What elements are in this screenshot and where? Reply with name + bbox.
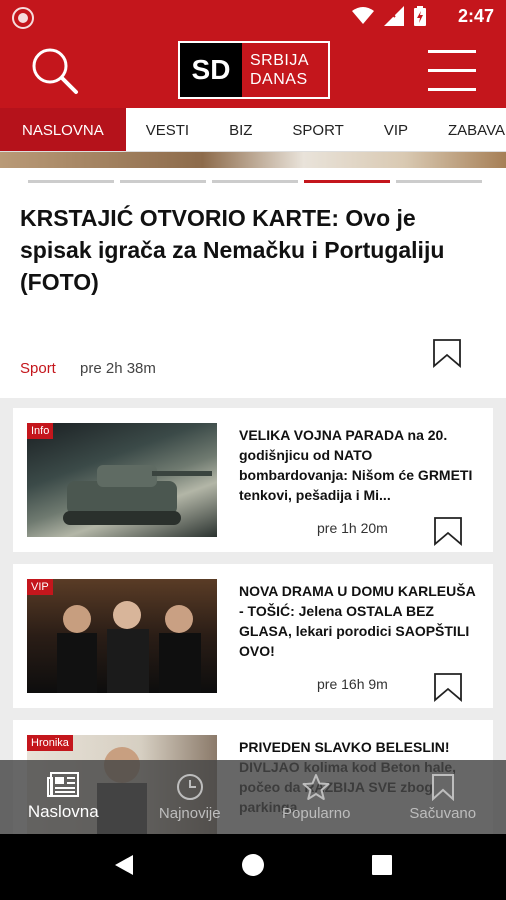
- recents-button[interactable]: [371, 854, 393, 881]
- category-badge: Info: [27, 423, 54, 439]
- home-icon: [242, 853, 264, 876]
- carousel-dot: [396, 180, 482, 183]
- logo-abbr: SD: [180, 43, 242, 97]
- nav-najnovije[interactable]: Najnovije: [127, 760, 254, 834]
- article-title[interactable]: NOVA DRAMA U DOMU KARLEUŠA - TOŠIĆ: Jele…: [239, 581, 479, 661]
- tab-naslovna[interactable]: NASLOVNA: [0, 108, 126, 151]
- nav-naslovna[interactable]: Naslovna: [0, 760, 127, 834]
- tank-image: [63, 465, 212, 525]
- bookmark-icon[interactable]: [433, 516, 463, 546]
- nav-sacuvano[interactable]: Sačuvano: [380, 760, 506, 834]
- article-card[interactable]: VIP NOVA DRAMA U DOMU KARLEUŠA - TOŠIĆ: …: [13, 564, 493, 708]
- hero-article[interactable]: KRSTAJIĆ OTVORIO KARTE: Ovo je spisak ig…: [0, 152, 506, 398]
- article-thumbnail: Info: [27, 423, 217, 537]
- star-icon: [302, 773, 330, 800]
- signal-icon: [384, 6, 404, 26]
- home-button[interactable]: [241, 853, 265, 882]
- bookmark-icon[interactable]: [432, 338, 462, 368]
- clock-icon: [176, 773, 203, 800]
- menu-button[interactable]: [428, 48, 476, 94]
- category-badge: VIP: [27, 579, 53, 595]
- carousel-dot: [212, 180, 298, 183]
- nav-label: Naslovna: [27, 802, 99, 821]
- tab-biz[interactable]: BIZ: [209, 108, 272, 151]
- recents-icon: [372, 854, 392, 875]
- tab-vesti[interactable]: VESTI: [126, 108, 209, 151]
- bookmark-icon[interactable]: [433, 672, 463, 702]
- status-bar: 2:47: [0, 0, 506, 34]
- search-icon: [32, 48, 78, 94]
- bottom-navigation: Naslovna Najnovije Popularno Sačuvano: [0, 760, 506, 834]
- category-badge: Hronika: [27, 735, 73, 751]
- battery-icon: [414, 6, 426, 26]
- menu-bar: [428, 88, 476, 91]
- screen-record-icon: [12, 7, 34, 29]
- category-tabs: NASLOVNA VESTI BIZ SPORT VIP ZABAVA: [0, 108, 506, 152]
- nav-label: Popularno: [282, 804, 351, 822]
- logo-line2: DANAS: [250, 71, 308, 88]
- status-time: 2:47: [457, 6, 494, 26]
- carousel-dot-active: [304, 180, 390, 183]
- tab-zabava[interactable]: ZABAVA: [428, 108, 506, 151]
- wifi-icon: [352, 7, 374, 24]
- tab-sport[interactable]: SPORT: [272, 108, 363, 151]
- article-time: pre 1h 20m: [317, 520, 388, 536]
- back-icon: [115, 854, 133, 875]
- people-image: [57, 601, 201, 693]
- newspaper-icon: [47, 772, 80, 797]
- back-button[interactable]: [113, 853, 135, 882]
- article-card[interactable]: Info VELIKA VOJNA PARADA na 20. godišnji…: [13, 408, 493, 552]
- system-navigation: [0, 834, 506, 900]
- menu-bar: [428, 50, 476, 53]
- hero-title[interactable]: KRSTAJIĆ OTVORIO KARTE: Ovo je spisak ig…: [20, 202, 460, 298]
- logo-name: SRBIJA DANAS: [242, 43, 328, 97]
- app-header: SD SRBIJA DANAS: [0, 34, 506, 108]
- hero-time: pre 2h 38m: [80, 360, 156, 377]
- hero-category[interactable]: Sport: [20, 360, 56, 377]
- article-title[interactable]: VELIKA VOJNA PARADA na 20. godišnjicu od…: [239, 425, 479, 505]
- carousel-dot: [120, 180, 206, 183]
- hero-image: [0, 152, 506, 168]
- site-logo[interactable]: SD SRBIJA DANAS: [178, 41, 330, 99]
- search-button[interactable]: [28, 44, 84, 98]
- nav-label: Najnovije: [158, 804, 221, 822]
- bookmark-icon: [431, 773, 454, 801]
- nav-label: Sačuvano: [409, 804, 477, 822]
- app-screen: 2:47 SD SRBIJA DANAS NASLOVNA VESTI BIZ …: [0, 0, 506, 900]
- logo-line1: SRBIJA: [250, 52, 310, 69]
- nav-popularno[interactable]: Popularno: [253, 760, 380, 834]
- menu-bar: [428, 69, 476, 72]
- tab-vip[interactable]: VIP: [364, 108, 428, 151]
- status-icons: [352, 6, 426, 26]
- carousel-indicator: [28, 180, 482, 183]
- carousel-dot: [28, 180, 114, 183]
- article-time: pre 16h 9m: [317, 676, 388, 692]
- article-thumbnail: VIP: [27, 579, 217, 693]
